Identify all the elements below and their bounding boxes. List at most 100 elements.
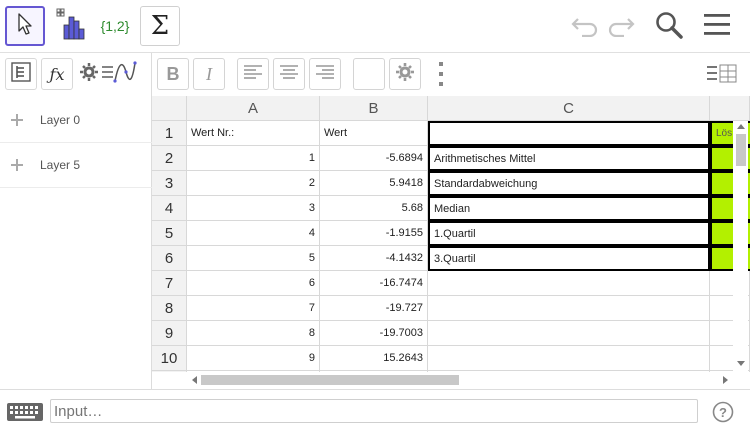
expand-plus-icon[interactable] bbox=[10, 158, 24, 172]
row-header[interactable]: 7 bbox=[152, 271, 187, 296]
cell-c[interactable]: Arithmetisches Mittel bbox=[428, 146, 710, 171]
gear-icon bbox=[395, 62, 415, 87]
main-menu-button[interactable] bbox=[700, 10, 734, 44]
cell-b[interactable]: 15.2643 bbox=[320, 346, 428, 371]
layer-item-0[interactable]: Layer 0 bbox=[0, 98, 152, 143]
scroll-up-arrow-icon[interactable] bbox=[737, 124, 745, 129]
corner-cell[interactable] bbox=[152, 96, 187, 121]
cell-a[interactable]: 2 bbox=[187, 171, 320, 196]
cell-b[interactable]: 5.9418 bbox=[320, 171, 428, 196]
italic-button[interactable]: I bbox=[193, 58, 225, 90]
scroll-right-arrow-icon[interactable] bbox=[723, 376, 728, 384]
search-button[interactable] bbox=[652, 10, 686, 44]
input-bar: ? bbox=[0, 389, 750, 433]
cell-a[interactable]: 6 bbox=[187, 271, 320, 296]
row-header[interactable]: 1 bbox=[152, 121, 187, 146]
vertical-scrollbar[interactable] bbox=[733, 121, 748, 372]
view-menu-icon bbox=[705, 64, 739, 90]
style-bar: B I bbox=[152, 53, 750, 95]
cell-c[interactable] bbox=[428, 271, 710, 296]
column-header-a[interactable]: A bbox=[187, 96, 320, 121]
view-toggle-button[interactable] bbox=[705, 62, 739, 86]
input-field[interactable] bbox=[50, 399, 698, 423]
search-icon bbox=[654, 10, 684, 45]
vertical-scroll-thumb[interactable] bbox=[736, 134, 746, 166]
redo-button[interactable] bbox=[604, 10, 638, 44]
tree-view-icon bbox=[10, 61, 32, 88]
cell-b[interactable]: -5.6894 bbox=[320, 146, 428, 171]
cell-a[interactable]: 5 bbox=[187, 246, 320, 271]
layer-label: Layer 5 bbox=[40, 158, 81, 172]
horizontal-scrollbar[interactable] bbox=[187, 372, 733, 388]
column-header-c[interactable]: C bbox=[428, 96, 710, 121]
row-header[interactable]: 11 bbox=[152, 371, 187, 372]
help-button[interactable]: ? bbox=[712, 401, 734, 423]
settings-graph-icon bbox=[79, 59, 137, 90]
scroll-left-arrow-icon[interactable] bbox=[192, 376, 197, 384]
cell-a[interactable]: 1 bbox=[187, 146, 320, 171]
row-header[interactable]: 10 bbox=[152, 346, 187, 371]
layer-label: Layer 0 bbox=[40, 113, 81, 127]
fx-button[interactable]: ƒx bbox=[41, 58, 73, 90]
row-header[interactable]: 2 bbox=[152, 146, 187, 171]
sum-tool-button[interactable]: Σ bbox=[140, 6, 180, 46]
align-center-button[interactable] bbox=[273, 58, 305, 90]
bold-button[interactable]: B bbox=[157, 58, 189, 90]
cell-a[interactable]: Wert Nr.: bbox=[187, 121, 320, 146]
cell-c[interactable]: Standardabweichung bbox=[428, 171, 710, 196]
cell-settings-button[interactable] bbox=[389, 58, 421, 90]
undo-button[interactable] bbox=[568, 10, 602, 44]
cell-c[interactable] bbox=[428, 296, 710, 321]
cell-b[interactable]: -19.7003 bbox=[320, 321, 428, 346]
svg-text:?: ? bbox=[719, 405, 727, 420]
row-header[interactable]: 9 bbox=[152, 321, 187, 346]
italic-label: I bbox=[206, 63, 212, 84]
cell-a[interactable]: 8 bbox=[187, 321, 320, 346]
cell-c[interactable]: Median bbox=[428, 196, 710, 221]
cell-b[interactable]: -4.1432 bbox=[320, 246, 428, 271]
row-header[interactable]: 5 bbox=[152, 221, 187, 246]
cell-b[interactable]: -19.727 bbox=[320, 296, 428, 321]
bar-chart-tool-button[interactable] bbox=[50, 6, 90, 46]
cell-c[interactable] bbox=[428, 321, 710, 346]
cell-a[interactable]: 9 bbox=[187, 346, 320, 371]
bar-chart-icon bbox=[53, 7, 87, 46]
cell-a[interactable]: 4 bbox=[187, 221, 320, 246]
move-tool-button[interactable] bbox=[5, 6, 45, 46]
horizontal-scroll-thumb[interactable] bbox=[201, 375, 459, 385]
row-header[interactable]: 4 bbox=[152, 196, 187, 221]
cell-b[interactable]: -16.7474 bbox=[320, 271, 428, 296]
align-left-button[interactable] bbox=[237, 58, 269, 90]
settings-graph-button[interactable] bbox=[79, 58, 137, 90]
create-list-tool-button[interactable]: {1,2} bbox=[95, 6, 135, 46]
expand-plus-icon[interactable] bbox=[10, 113, 24, 127]
cell-b[interactable]: 5.68 bbox=[320, 196, 428, 221]
keyboard-toggle-button[interactable] bbox=[6, 402, 44, 422]
cell-c[interactable] bbox=[428, 121, 710, 146]
column-header-b[interactable]: B bbox=[320, 96, 428, 121]
cell-a[interactable]: 7 bbox=[187, 296, 320, 321]
help-icon: ? bbox=[712, 401, 734, 427]
algebra-panel: ƒx Layer 0 Layer 5 bbox=[0, 53, 152, 389]
geogebra-app: {1,2} Σ ƒx Layer 0 Layer 5 B I A B C 1 W… bbox=[0, 0, 750, 433]
cell-a[interactable]: 3 bbox=[187, 196, 320, 221]
align-center-icon bbox=[279, 64, 299, 85]
row-header[interactable]: 3 bbox=[152, 171, 187, 196]
column-header-d[interactable] bbox=[710, 96, 750, 121]
tree-view-button[interactable] bbox=[5, 58, 37, 90]
align-left-icon bbox=[243, 64, 263, 85]
cell-c[interactable]: 1.Quartil bbox=[428, 221, 710, 246]
more-options-button[interactable] bbox=[437, 61, 445, 87]
layer-item-5[interactable]: Layer 5 bbox=[0, 143, 152, 188]
row-header[interactable]: 6 bbox=[152, 246, 187, 271]
cell-b[interactable]: -1.9155 bbox=[320, 221, 428, 246]
background-color-button[interactable] bbox=[353, 58, 385, 90]
cell-b[interactable]: Wert bbox=[320, 121, 428, 146]
scroll-down-arrow-icon[interactable] bbox=[737, 361, 745, 366]
more-vertical-icon bbox=[437, 62, 445, 91]
cell-c[interactable] bbox=[428, 346, 710, 371]
align-right-button[interactable] bbox=[309, 58, 341, 90]
spreadsheet-view: A B C 1 Wert Nr.: Wert Lös 2 1 -5.6894 Arithmet… bbox=[152, 96, 750, 372]
cell-c[interactable]: 3.Quartil bbox=[428, 246, 710, 271]
row-header[interactable]: 8 bbox=[152, 296, 187, 321]
